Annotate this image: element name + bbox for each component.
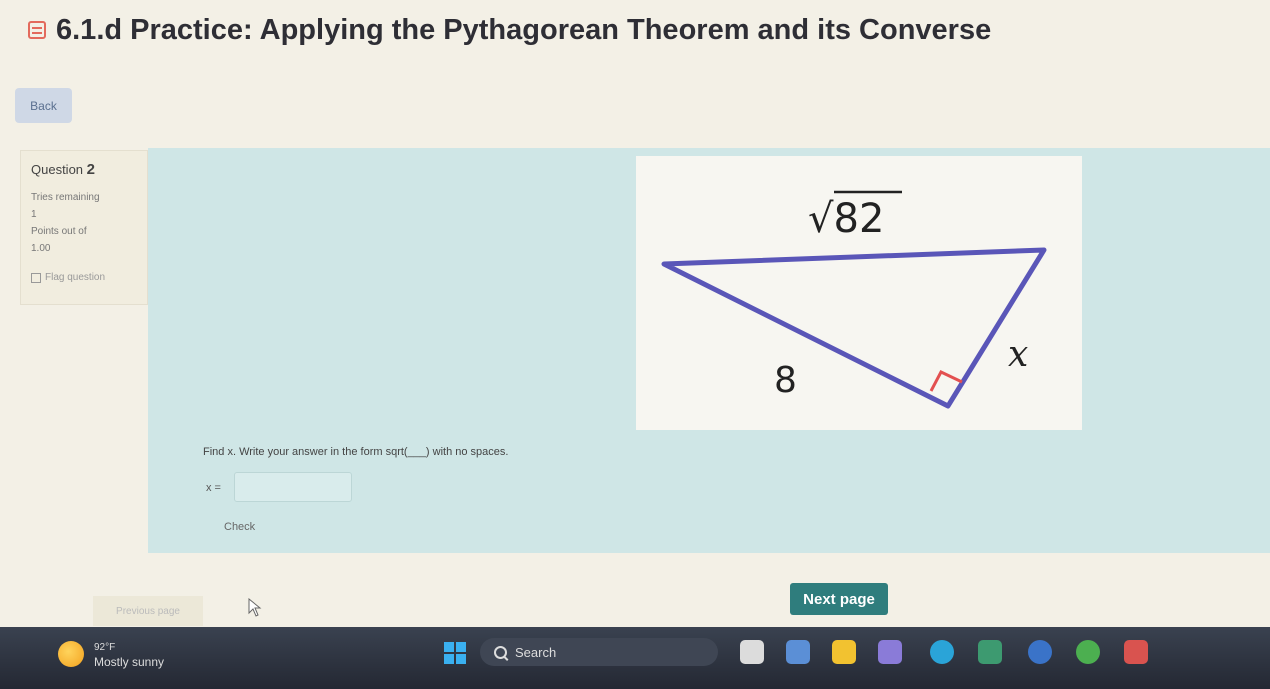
check-button[interactable]: Check: [218, 520, 261, 534]
file-explorer-icon[interactable]: [832, 640, 856, 664]
taskbar-search[interactable]: Search: [480, 638, 718, 666]
previous-page-button[interactable]: Previous page: [93, 596, 203, 626]
widgets-icon[interactable]: [786, 640, 810, 664]
weather-condition: Mostly sunny: [94, 655, 165, 669]
leg-label: 8: [774, 360, 797, 401]
app-icon[interactable]: [878, 640, 902, 664]
back-button[interactable]: Back: [15, 88, 72, 123]
tries-remaining-value: 1: [31, 209, 37, 220]
triangle-figure: √82 8 x: [636, 156, 1082, 430]
unknown-side-label: x: [1008, 334, 1028, 375]
weather-widget[interactable]: 92°F Mostly sunny: [58, 641, 164, 669]
next-page-button[interactable]: Next page: [790, 583, 888, 615]
sun-icon: [58, 641, 84, 667]
question-prompt: Find x. Write your answer in the form sq…: [203, 446, 509, 458]
taskbar: 92°F Mostly sunny Search: [0, 627, 1270, 689]
store-icon[interactable]: [978, 640, 1002, 664]
question-number: Question 2: [31, 161, 96, 178]
points-value: 1.00: [31, 243, 51, 254]
chrome-icon[interactable]: [1076, 640, 1100, 664]
page-title: 6.1.d Practice: Applying the Pythagorean…: [28, 10, 991, 50]
question-content: √82 8 x Find x. Write your answer in the…: [148, 148, 1270, 553]
quiz-icon: [28, 21, 46, 39]
hypotenuse-label: √82: [808, 196, 884, 242]
triangle-shape: [661, 247, 1047, 409]
answer-label: x =: [206, 482, 221, 494]
search-icon: [494, 645, 507, 659]
windows-start-icon[interactable]: [444, 642, 466, 664]
mouse-cursor-icon: [248, 598, 262, 617]
tries-remaining-label: Tries remaining: [31, 192, 100, 203]
flag-icon: [31, 272, 41, 283]
task-view-icon[interactable]: [740, 640, 764, 664]
security-app-icon[interactable]: [1124, 640, 1148, 664]
page-title-text: 6.1.d Practice: Applying the Pythagorean…: [56, 13, 992, 46]
answer-input[interactable]: [234, 472, 352, 502]
flag-question-link[interactable]: Flag question: [31, 272, 137, 283]
weather-temperature: 92°F: [94, 642, 116, 653]
hp-icon[interactable]: [1028, 640, 1052, 664]
question-info-panel: Question 2 Tries remaining 1 Points out …: [20, 150, 148, 305]
edge-browser-icon[interactable]: [930, 640, 954, 664]
triangle-diagram: √82 8 x: [661, 190, 1047, 409]
points-label: Points out of: [31, 226, 87, 237]
